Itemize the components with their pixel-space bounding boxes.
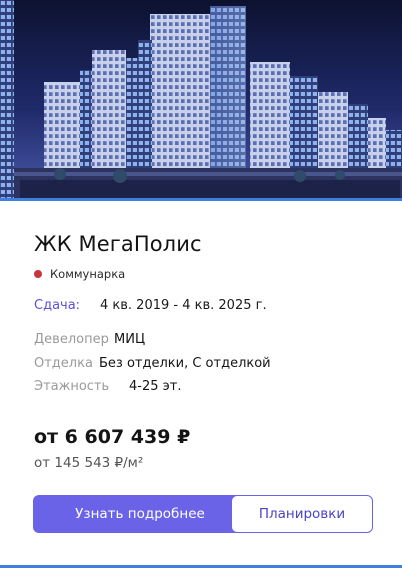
- price-per-m2: от 145 543 ₽/м²: [34, 455, 144, 471]
- hero-divider: [0, 198, 402, 201]
- metro-line-icon: [34, 270, 42, 278]
- completion-date: Сдача: 4 кв. 2019 - 4 кв. 2025 г.: [34, 298, 267, 313]
- complex-title[interactable]: ЖК МегаПолис: [34, 232, 202, 256]
- spec-label: Отделка: [34, 355, 93, 371]
- completion-value: 4 кв. 2019 - 4 кв. 2025 г.: [100, 298, 267, 313]
- metro-station-name: Коммунарка: [50, 267, 126, 281]
- spec-floors: Этажность 4-25 эт.: [34, 379, 271, 403]
- floor-plans-button[interactable]: Планировки: [231, 495, 373, 533]
- building-render-image: [0, 0, 402, 198]
- completion-label: Сдача:: [34, 298, 81, 313]
- spec-value: 4-25 эт.: [129, 379, 182, 394]
- price-total: от 6 607 439 ₽: [34, 426, 191, 448]
- spec-label: Девелопер: [34, 332, 109, 347]
- specs-list: Девелопер МИЦ Отделка Без отделки, С отдел…: [34, 332, 271, 403]
- spec-value: Без отделки, С отделкой: [99, 355, 271, 371]
- details-button[interactable]: Узнать подробнее: [33, 495, 247, 533]
- spec-finishing: Отделка Без отделки, С отделкой: [34, 356, 271, 380]
- spec-developer: Девелопер МИЦ: [34, 332, 271, 356]
- spec-value: МИЦ: [114, 332, 146, 347]
- metro-station: Коммунарка: [34, 267, 125, 281]
- spec-label: Этажность: [34, 379, 110, 394]
- complex-photo[interactable]: [0, 0, 402, 198]
- complex-card: ЖК МегаПолис Коммунарка Сдача: 4 кв. 2019…: [0, 0, 402, 568]
